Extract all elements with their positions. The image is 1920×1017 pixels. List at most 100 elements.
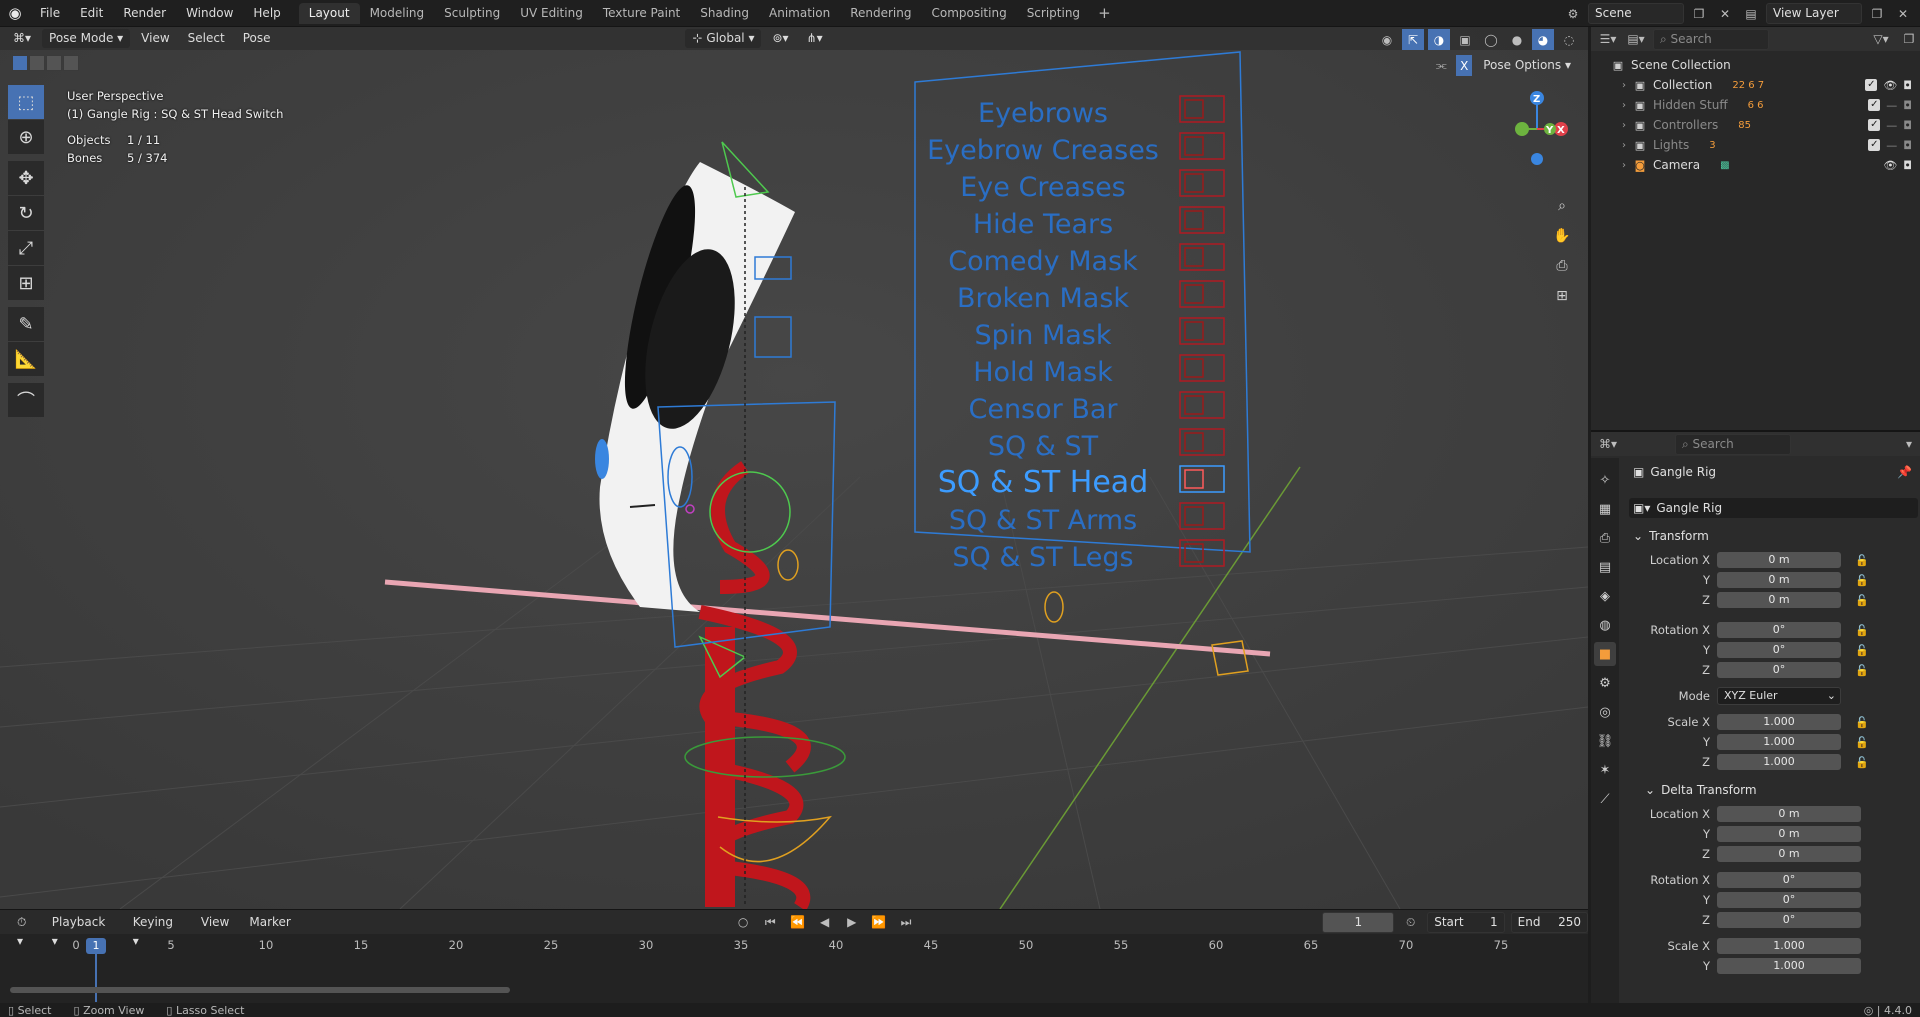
controller-label[interactable]: Eye Creases [960,172,1126,203]
select-box-tool-icon[interactable]: ⬚ [8,85,44,119]
expand-icon[interactable]: › [1617,80,1631,91]
camera-render-icon[interactable]: ◘ [1903,79,1912,92]
properties-editor-type-icon[interactable]: ⌘▾ [1597,434,1619,455]
physics-tab-icon[interactable]: ◎ [1594,700,1616,724]
object-tab-icon[interactable]: ■ [1594,642,1616,666]
eye-closed-icon[interactable]: — [1886,119,1897,132]
material-shading-icon[interactable]: ◕ [1532,29,1554,50]
marker-menu[interactable]: Marker [242,913,297,932]
outliner-row-collection[interactable]: › ▣ Collection 22 6 7 ✓ 👁 ◘ [1591,75,1920,95]
snap-icon[interactable]: ⋔▾ [800,29,830,48]
tab-uv-editing[interactable]: UV Editing [510,3,593,24]
outliner-row-hidden-stuff[interactable]: › ▣ Hidden Stuff 6 6 ✓ — ◘ [1591,95,1920,115]
controller-label[interactable]: Hold Mask [973,357,1113,388]
tab-sculpting[interactable]: Sculpting [434,3,510,24]
delta-scale-x-field[interactable]: 1.000 [1717,938,1861,954]
select-extend-icon[interactable] [29,55,45,71]
location-y-field[interactable]: 0 m [1717,572,1841,588]
lock-icon[interactable]: 🔓 [1855,624,1869,637]
rotation-z-field[interactable]: 0° [1717,662,1841,678]
properties-search-input[interactable]: ⌕ Search [1675,433,1791,455]
expand-icon[interactable]: › [1617,100,1631,111]
outliner-row-controllers[interactable]: › ▣ Controllers 85 ✓ — ◘ [1591,115,1920,135]
outliner-search-input[interactable]: ⌕ Search [1653,28,1769,50]
timeline-frame-ruler[interactable]: 0 5 10 15 20 25 30 35 40 45 50 55 60 65 70 75 [0,938,1588,958]
play-reverse-icon[interactable]: ◀ [814,912,835,933]
eye-icon[interactable]: 👁 [1883,159,1897,172]
new-collection-icon[interactable]: ❐ [1898,29,1920,50]
controller-label[interactable]: Comedy Mask [948,246,1138,277]
camera-view-icon[interactable]: ⎙ [1549,253,1575,279]
menu-render[interactable]: Render [113,0,176,27]
delta-location-x-field[interactable]: 0 m [1717,806,1861,822]
playhead-frame-badge[interactable]: 1 [86,938,106,954]
tab-rendering[interactable]: Rendering [840,3,921,24]
controller-label[interactable]: SQ & ST Head [938,465,1148,500]
jump-next-key-icon[interactable]: ⏩ [868,912,889,933]
lock-icon[interactable]: 🔓 [1855,736,1869,749]
xray-icon[interactable]: ▣ [1454,29,1476,50]
view-layer-icon[interactable]: ▤ [1740,3,1762,24]
collapse-icon[interactable]: ⌄ [1645,783,1655,797]
current-frame-field[interactable]: 1 [1322,911,1395,933]
pin-icon[interactable]: 📌 [1897,465,1918,479]
render-tab-icon[interactable]: ▦ [1594,497,1616,521]
bone-tab-icon[interactable]: ⟋ [1594,787,1616,811]
scene-icon[interactable]: ⚙ [1562,3,1584,24]
3d-viewport[interactable]: Eyebrows Eyebrow Creases Eye Creases Hide T… [0,27,1588,909]
delta-rotation-y-field[interactable]: 0° [1717,892,1861,908]
eye-closed-icon[interactable]: — [1886,99,1897,112]
end-frame-field[interactable]: End 250 [1510,911,1589,933]
perspective-toggle-icon[interactable]: ⊞ [1549,283,1575,309]
transform-panel-header[interactable]: ⌄ Transform [1629,526,1918,546]
armature-data-tab-icon[interactable]: ✶ [1594,758,1616,782]
collapse-icon[interactable]: ⌄ [1633,529,1643,543]
location-x-field[interactable]: 0 m [1717,552,1841,568]
modifiers-tab-icon[interactable]: ⚙ [1594,671,1616,695]
keying-menu[interactable]: Keying ▾ [126,913,188,948]
scene-tab-icon[interactable]: ◈ [1594,584,1616,608]
delta-rotation-x-field[interactable]: 0° [1717,872,1861,888]
delta-transform-panel-header[interactable]: ⌄ Delta Transform [1629,780,1918,800]
outliner-row-lights[interactable]: › ▣ Lights 3 ✓ — ◘ [1591,135,1920,155]
preview-range-icon[interactable]: ⏲ [1400,912,1421,933]
location-z-field[interactable]: 0 m [1717,592,1841,608]
controller-label[interactable]: Spin Mask [974,320,1111,351]
delta-location-z-field[interactable]: 0 m [1717,846,1861,862]
menu-window[interactable]: Window [176,0,243,27]
rendered-shading-icon[interactable]: ◌ [1558,29,1580,50]
datablock-field[interactable]: ▣▾ Gangle Rig [1629,498,1918,518]
camera-render-icon[interactable]: ◘ [1903,119,1912,132]
lock-icon[interactable]: 🔓 [1855,574,1869,587]
delete-scene-icon[interactable]: ✕ [1714,3,1736,24]
view-layer-field[interactable]: View Layer [1766,3,1862,24]
rotation-mode-dropdown[interactable]: XYZ Euler ⌄ [1717,687,1841,705]
scale-z-field[interactable]: 1.000 [1717,754,1841,770]
play-icon[interactable]: ▶ [841,912,862,933]
playback-menu[interactable]: Playback ▾ [45,913,120,948]
world-tab-icon[interactable]: ◍ [1594,613,1616,637]
solid-shading-icon[interactable]: ● [1506,29,1528,50]
select-subtract-icon[interactable] [46,55,62,71]
overlays-icon[interactable]: ◑ [1428,29,1450,50]
new-view-layer-icon[interactable]: ❐ [1866,3,1888,24]
tool-tab-icon[interactable]: ✧ [1594,468,1616,492]
eye-closed-icon[interactable]: — [1886,139,1897,152]
controller-label[interactable]: Eyebrows [978,98,1108,129]
editor-type-icon[interactable]: ⌘▾ [6,29,38,48]
controller-label[interactable]: SQ & ST [988,431,1099,462]
delta-rotation-z-field[interactable]: 0° [1717,912,1861,928]
scale-x-field[interactable]: 1.000 [1717,714,1841,730]
lock-icon[interactable]: 🔓 [1855,554,1869,567]
tab-texture-paint[interactable]: Texture Paint [593,3,690,24]
menu-file[interactable]: File [30,0,70,27]
transform-orientation-dropdown[interactable]: ⊹ Global ▾ [685,29,762,48]
timeline-scrollbar[interactable] [10,987,510,993]
timeline-editor[interactable]: ⏱▾ Playback ▾ Keying ▾ View Marker ○ ⏮ ⏪… [0,909,1589,1003]
menu-edit[interactable]: Edit [70,0,113,27]
exclude-checkbox[interactable]: ✓ [1868,138,1881,151]
exclude-checkbox[interactable]: ✓ [1868,118,1881,131]
wireframe-shading-icon[interactable]: ◯ [1480,29,1502,50]
measure-tool-icon[interactable]: 📐 [8,342,44,376]
exclude-checkbox[interactable]: ✓ [1865,78,1878,91]
